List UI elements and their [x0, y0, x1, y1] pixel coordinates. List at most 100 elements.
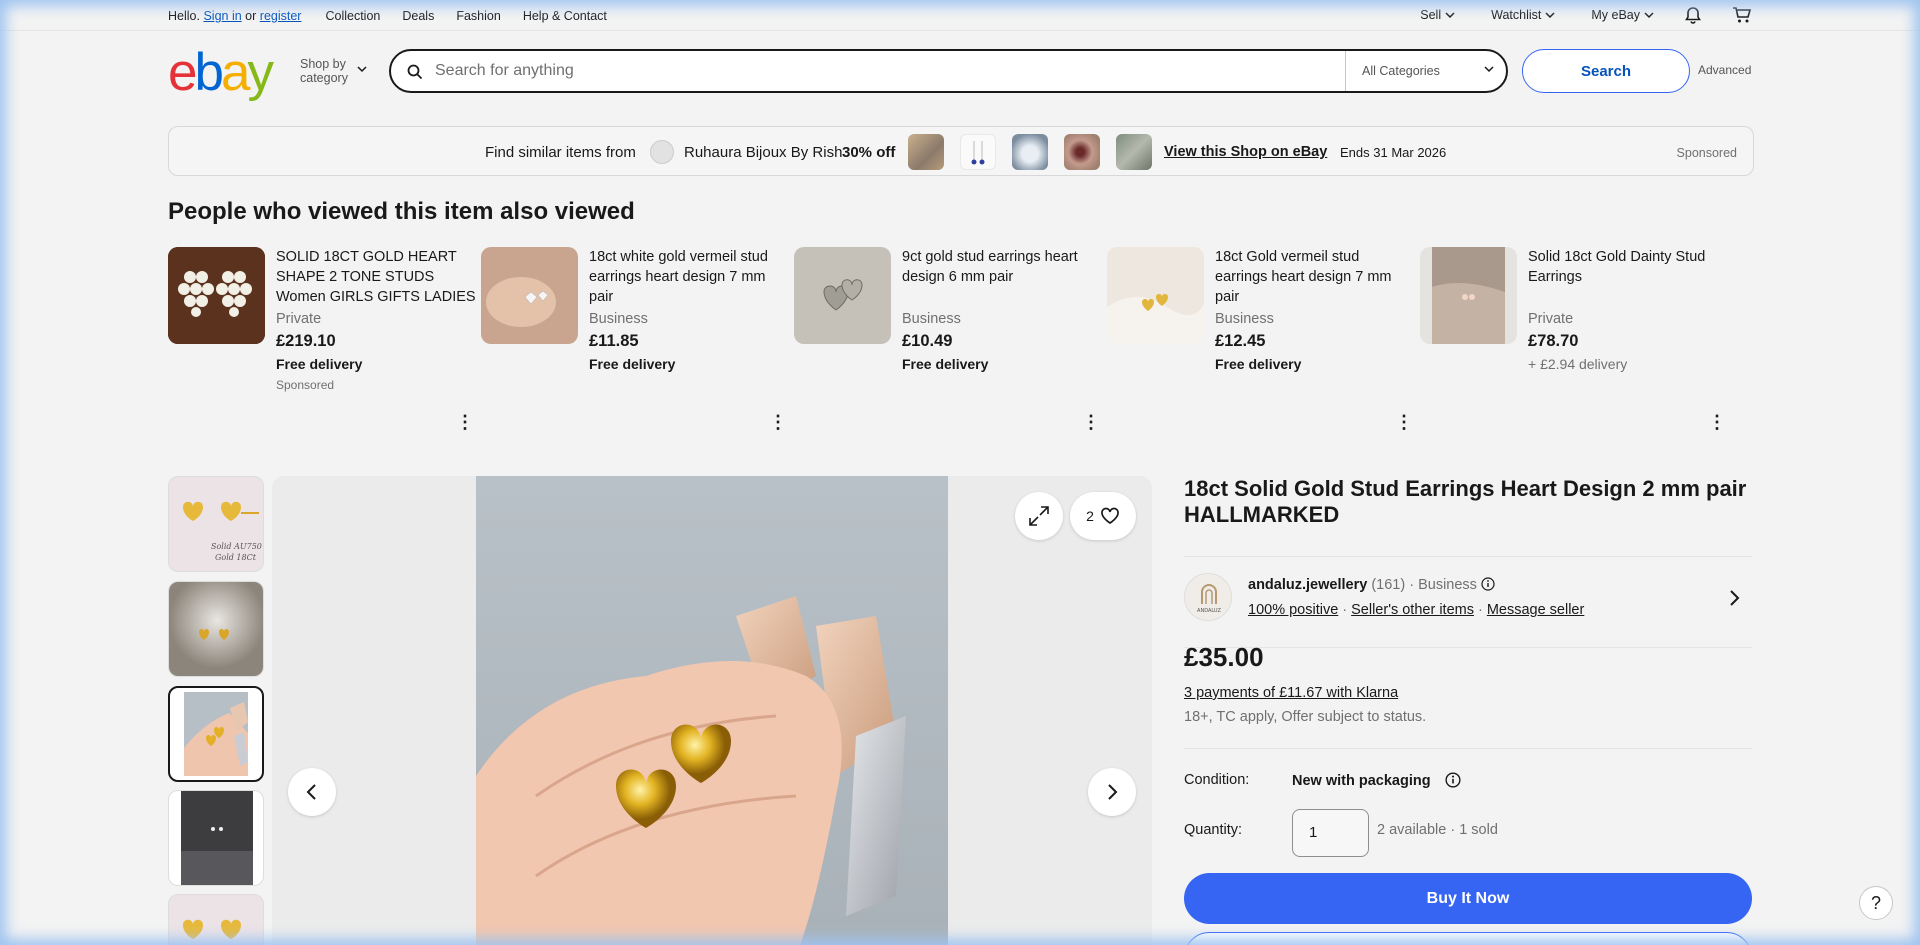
banner-find-text: Find similar items from: [485, 144, 636, 161]
item-title[interactable]: 18ct Gold vermeil stud earrings heart de…: [1215, 247, 1415, 307]
gallery-thumbnail[interactable]: [168, 581, 264, 677]
banner-thumb-1[interactable]: [908, 134, 944, 170]
chevron-down-icon: [1445, 11, 1455, 18]
seller-type: Business: [1418, 577, 1477, 593]
item-price: £12.45: [1215, 332, 1266, 350]
condition-value-text: New with packaging: [1292, 773, 1431, 789]
positive-feedback-link[interactable]: 100% positive: [1248, 602, 1338, 618]
notifications-button[interactable]: [1684, 6, 1702, 24]
watch-button[interactable]: 2: [1070, 492, 1136, 540]
nav-help-contact[interactable]: Help & Contact: [523, 9, 607, 23]
search-button[interactable]: Search: [1522, 49, 1690, 93]
help-button[interactable]: ?: [1859, 886, 1893, 920]
divider: [1184, 748, 1752, 749]
sponsored-label: Sponsored: [1676, 146, 1737, 160]
item-title[interactable]: Solid 18ct Gold Dainty Stud Earrings: [1528, 247, 1728, 287]
nav-deals[interactable]: Deals: [402, 9, 434, 23]
product-photo: [476, 476, 948, 945]
gallery-thumbnail[interactable]: [168, 790, 264, 886]
separator-dot: ·: [1409, 577, 1415, 593]
secondary-action-button[interactable]: [1184, 932, 1752, 945]
banner-thumb-5[interactable]: [1116, 134, 1152, 170]
banner-thumb-4[interactable]: [1064, 134, 1100, 170]
more-options-icon[interactable]: ⋮: [456, 413, 474, 431]
category-select[interactable]: All Categories: [1345, 51, 1506, 91]
sell-label: Sell: [1420, 8, 1442, 22]
delivery-info: + £2.94 delivery: [1528, 356, 1628, 372]
also-viewed-card[interactable]: 9ct gold stud earrings heart design 6 mm…: [794, 247, 1100, 437]
message-seller-link[interactable]: Message seller: [1487, 602, 1585, 618]
watchlist-menu[interactable]: Watchlist: [1491, 8, 1555, 22]
nav-collection[interactable]: Collection: [325, 9, 380, 23]
shop-by-label: Shop by: [300, 57, 346, 71]
chevron-right-icon: [1108, 784, 1118, 800]
expand-image-button[interactable]: [1015, 492, 1063, 540]
seller-type: Private: [1528, 311, 1574, 327]
top-nav: Hello. Sign in or register Collection De…: [0, 0, 1920, 31]
item-title[interactable]: 18ct white gold vermeil stud earrings he…: [589, 247, 789, 307]
item-price: £10.49: [902, 332, 953, 350]
quantity-label: Quantity:: [1184, 822, 1243, 838]
my-ebay-menu[interactable]: My eBay: [1591, 8, 1654, 22]
search-input[interactable]: [435, 59, 1335, 83]
sponsored-shop-banner[interactable]: Find similar items from Ruhaura Bijoux B…: [168, 126, 1754, 176]
main-product-image[interactable]: 2: [272, 476, 1152, 945]
product-thumbnail[interactable]: [1420, 247, 1517, 344]
item-title[interactable]: SOLID 18CT GOLD HEART SHAPE 2 TONE STUDS…: [276, 247, 476, 307]
info-icon[interactable]: [1445, 772, 1461, 788]
logo-letter-a: a: [220, 43, 251, 102]
gallery-thumbnail[interactable]: Solid AU750 Gold 18Ct: [168, 476, 264, 572]
more-options-icon[interactable]: ⋮: [769, 413, 787, 431]
my-ebay-label: My eBay: [1591, 8, 1640, 22]
more-options-icon[interactable]: ⋮: [1708, 413, 1726, 431]
info-icon[interactable]: [1481, 577, 1495, 591]
like-count: 2: [1086, 508, 1094, 524]
banner-thumb-3[interactable]: [1012, 134, 1048, 170]
seller-avatar[interactable]: ANDALUZ: [1184, 573, 1232, 621]
view-shop-link[interactable]: View this Shop on eBay: [1164, 144, 1327, 160]
gallery-thumbnail[interactable]: [168, 894, 264, 945]
category-select-value: All Categories: [1362, 64, 1440, 78]
product-thumbnail[interactable]: [1107, 247, 1204, 344]
buy-it-now-button[interactable]: Buy It Now: [1184, 873, 1752, 924]
also-viewed-card[interactable]: Solid 18ct Gold Dainty Stud Earrings Pri…: [1420, 247, 1726, 437]
chevron-down-icon: [357, 66, 367, 73]
item-price: £78.70: [1528, 332, 1579, 350]
next-image-button[interactable]: [1088, 768, 1136, 816]
gallery-thumbnail-selected[interactable]: [168, 686, 264, 782]
watchlist-label: Watchlist: [1491, 8, 1542, 22]
thumb-caption-1: Solid AU750: [211, 542, 262, 551]
also-viewed-card[interactable]: 18ct Gold vermeil stud earrings heart de…: [1107, 247, 1413, 437]
sell-menu[interactable]: Sell: [1420, 8, 1455, 22]
also-viewed-card[interactable]: 18ct white gold vermeil stud earrings he…: [481, 247, 787, 437]
advanced-search-link[interactable]: Advanced: [1698, 63, 1751, 77]
sign-in-link[interactable]: Sign in: [203, 9, 241, 23]
banner-thumb-2[interactable]: [960, 134, 996, 170]
also-viewed-card[interactable]: SOLID 18CT GOLD HEART SHAPE 2 TONE STUDS…: [168, 247, 476, 437]
cart-icon: [1733, 7, 1752, 23]
delivery-info: Free delivery: [1215, 356, 1302, 372]
prev-image-button[interactable]: [288, 768, 336, 816]
register-link[interactable]: register: [260, 9, 302, 23]
seller-type: Business: [589, 311, 648, 327]
product-title: 18ct Solid Gold Stud Earrings Heart Desi…: [1184, 476, 1747, 527]
nav-fashion[interactable]: Fashion: [456, 9, 500, 23]
product-thumbnail[interactable]: [481, 247, 578, 344]
more-options-icon[interactable]: ⋮: [1395, 413, 1413, 431]
shop-by-category-button[interactable]: Shop by category: [300, 57, 367, 85]
bell-icon: [1685, 7, 1701, 24]
shop-logo: [650, 140, 674, 164]
sellers-other-items-link[interactable]: Seller's other items: [1351, 602, 1474, 618]
chevron-right-icon[interactable]: [1728, 589, 1740, 607]
quantity-input[interactable]: 1: [1292, 809, 1369, 857]
klarna-link[interactable]: 3 payments of £11.67 with Klarna: [1184, 685, 1398, 701]
seller-info[interactable]: ANDALUZ andaluz.jewellery (161) · Busine…: [1184, 556, 1752, 648]
cart-button[interactable]: [1732, 6, 1752, 24]
product-thumbnail[interactable]: [168, 247, 265, 344]
chevron-down-icon: [1644, 11, 1654, 18]
product-thumbnail[interactable]: [794, 247, 891, 344]
seller-name[interactable]: andaluz.jewellery: [1248, 577, 1367, 593]
ebay-logo[interactable]: ebay: [168, 43, 274, 102]
more-options-icon[interactable]: ⋮: [1082, 413, 1100, 431]
item-title[interactable]: 9ct gold stud earrings heart design 6 mm…: [902, 247, 1102, 287]
